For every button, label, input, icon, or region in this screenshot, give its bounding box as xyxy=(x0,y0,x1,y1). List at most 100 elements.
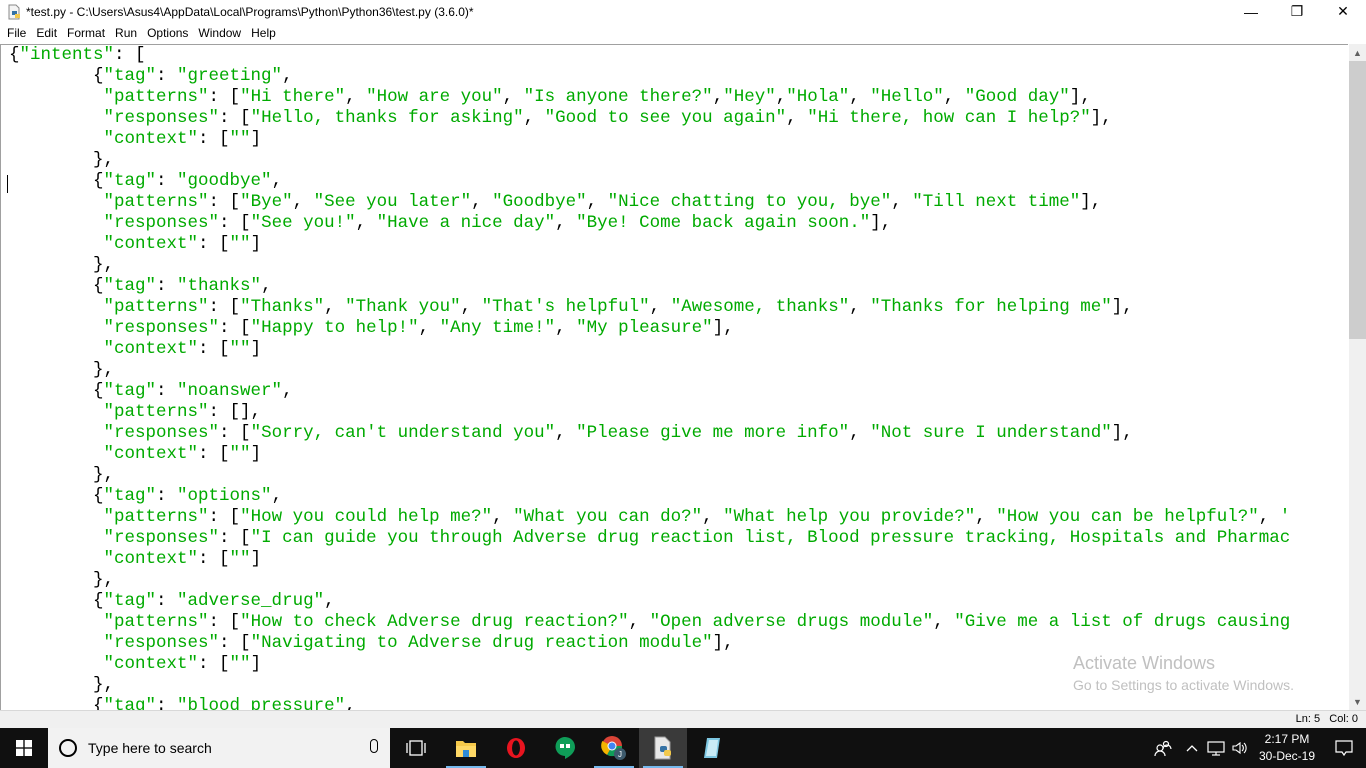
taskbar-opera[interactable] xyxy=(492,728,540,768)
string-token: "context" xyxy=(103,234,199,254)
punctuation-token: ], xyxy=(1111,423,1133,443)
punctuation-token: : [ xyxy=(198,339,230,359)
code-line[interactable]: "responses": ["Navigating to Adverse dru… xyxy=(9,633,1290,654)
code-line[interactable]: {"tag": "thanks", xyxy=(9,276,1290,297)
string-token: "Sorry, can't understand you" xyxy=(250,423,556,443)
code-line[interactable]: }, xyxy=(9,465,1290,486)
punctuation-token: , xyxy=(975,507,997,527)
speaker-icon xyxy=(1232,741,1247,755)
menu-format[interactable]: Format xyxy=(62,23,110,43)
code-line[interactable]: {"tag": "options", xyxy=(9,486,1290,507)
code-line[interactable]: }, xyxy=(9,360,1290,381)
minimize-button[interactable]: — xyxy=(1228,0,1274,23)
code-line[interactable]: {"tag": "adverse_drug", xyxy=(9,591,1290,612)
search-placeholder: Type here to search xyxy=(88,740,212,756)
task-view-button[interactable] xyxy=(392,728,440,768)
punctuation-token: , xyxy=(292,192,314,212)
menu-help[interactable]: Help xyxy=(246,23,281,43)
menu-run[interactable]: Run xyxy=(110,23,142,43)
punctuation-token: , xyxy=(555,318,577,338)
action-center-button[interactable] xyxy=(1322,739,1366,757)
microphone-icon[interactable] xyxy=(370,739,378,753)
punctuation-token: ], xyxy=(1090,108,1112,128)
code-line[interactable]: {"intents": [ xyxy=(9,45,1290,66)
code-line[interactable]: }, xyxy=(9,570,1290,591)
network-button[interactable] xyxy=(1204,740,1228,756)
taskbar-notepad[interactable] xyxy=(688,728,736,768)
vertical-scrollbar[interactable]: ▲ ▼ xyxy=(1349,44,1366,710)
string-token: "tag" xyxy=(103,66,157,86)
string-token: "Thanks for helping me" xyxy=(870,297,1112,317)
code-line[interactable]: "patterns": ["Bye", "See you later", "Go… xyxy=(9,192,1290,213)
people-button[interactable] xyxy=(1146,740,1180,756)
code-line[interactable]: "context": [""] xyxy=(9,549,1290,570)
string-token: "Hello, thanks for asking" xyxy=(250,108,524,128)
show-hidden-icons-button[interactable] xyxy=(1180,744,1204,752)
taskbar-chrome[interactable]: J xyxy=(590,728,638,768)
code-line[interactable]: "context": [""] xyxy=(9,444,1290,465)
code-line[interactable]: }, xyxy=(9,255,1290,276)
string-token: "patterns" xyxy=(103,507,209,527)
code-line[interactable]: "responses": ["Happy to help!", "Any tim… xyxy=(9,318,1290,339)
punctuation-token: , xyxy=(555,213,577,233)
code-line[interactable]: {"tag": "goodbye", xyxy=(9,171,1290,192)
code-line[interactable]: "patterns": ["How to check Adverse drug … xyxy=(9,612,1291,633)
string-token: "See you later" xyxy=(313,192,472,212)
minimize-icon: — xyxy=(1244,3,1258,20)
code-editor[interactable]: {"intents": [ {"tag": "greeting", "patte… xyxy=(0,44,1348,710)
restore-button[interactable]: ❐ xyxy=(1274,0,1320,23)
punctuation-token: }, xyxy=(9,255,115,275)
taskbar-search[interactable]: Type here to search xyxy=(48,728,390,768)
string-token: "How you can be helpful?" xyxy=(996,507,1259,527)
code-line[interactable]: "context": [""] xyxy=(9,339,1290,360)
punctuation-token: , xyxy=(345,87,367,107)
string-token: "That's helpful" xyxy=(481,297,650,317)
menu-file[interactable]: File xyxy=(2,23,31,43)
code-line[interactable]: "responses": ["Hello, thanks for asking"… xyxy=(9,108,1290,129)
code-line[interactable]: "patterns": ["Hi there", "How are you", … xyxy=(9,87,1290,108)
punctuation-token: , xyxy=(492,507,514,527)
punctuation-token: , xyxy=(460,297,482,317)
code-line[interactable]: {"tag": "blood_pressure", xyxy=(9,696,1290,710)
punctuation-token: : xyxy=(156,276,178,296)
punctuation-token: ], xyxy=(1069,87,1091,107)
scroll-down-button[interactable]: ▼ xyxy=(1349,693,1366,710)
volume-button[interactable] xyxy=(1228,740,1252,756)
scroll-thumb[interactable] xyxy=(1349,61,1366,339)
code-line[interactable]: "context": [""] xyxy=(9,234,1290,255)
chevron-up-icon: ▲ xyxy=(1353,47,1362,58)
start-button[interactable] xyxy=(0,728,48,768)
punctuation-token: , xyxy=(282,66,293,86)
code-line[interactable]: "responses": ["Sorry, can't understand y… xyxy=(9,423,1290,444)
title-bar: *test.py - C:\Users\Asus4\AppData\Local\… xyxy=(0,0,1366,23)
code-line[interactable]: {"tag": "noanswer", xyxy=(9,381,1290,402)
string-token: "patterns" xyxy=(103,87,209,107)
code-text[interactable]: {"intents": [ {"tag": "greeting", "patte… xyxy=(9,45,1290,710)
scroll-up-button[interactable]: ▲ xyxy=(1349,44,1366,61)
punctuation-token: ] xyxy=(250,234,262,254)
string-token: "" xyxy=(229,339,251,359)
string-token: "context" xyxy=(103,444,199,464)
notepad-icon xyxy=(704,738,720,758)
code-line[interactable]: "patterns": [], xyxy=(9,402,1290,423)
punctuation-token xyxy=(9,633,104,653)
code-line[interactable]: "context": [""] xyxy=(9,129,1290,150)
taskbar-hangouts[interactable] xyxy=(541,728,589,768)
taskbar-clock[interactable]: 2:17 PM 30-Dec-19 xyxy=(1252,731,1322,765)
code-line[interactable]: "responses": ["See you!", "Have a nice d… xyxy=(9,213,1290,234)
string-token: "context" xyxy=(103,549,199,569)
taskbar-file-explorer[interactable] xyxy=(442,728,490,768)
punctuation-token: : [ xyxy=(219,318,251,338)
punctuation-token: , xyxy=(1258,507,1280,527)
menu-edit[interactable]: Edit xyxy=(31,23,62,43)
code-line[interactable]: "responses": ["I can guide you through A… xyxy=(9,528,1291,549)
code-line[interactable]: }, xyxy=(9,150,1290,171)
taskbar-python-idle[interactable] xyxy=(639,728,687,768)
code-line[interactable]: "patterns": ["Thanks", "Thank you", "Tha… xyxy=(9,297,1290,318)
string-token: "adverse_drug" xyxy=(177,591,325,611)
close-button[interactable]: ✕ xyxy=(1320,0,1366,23)
code-line[interactable]: "patterns": ["How you could help me?", "… xyxy=(9,507,1291,528)
code-line[interactable]: {"tag": "greeting", xyxy=(9,66,1290,87)
menu-options[interactable]: Options xyxy=(142,23,193,43)
menu-window[interactable]: Window xyxy=(193,23,246,43)
